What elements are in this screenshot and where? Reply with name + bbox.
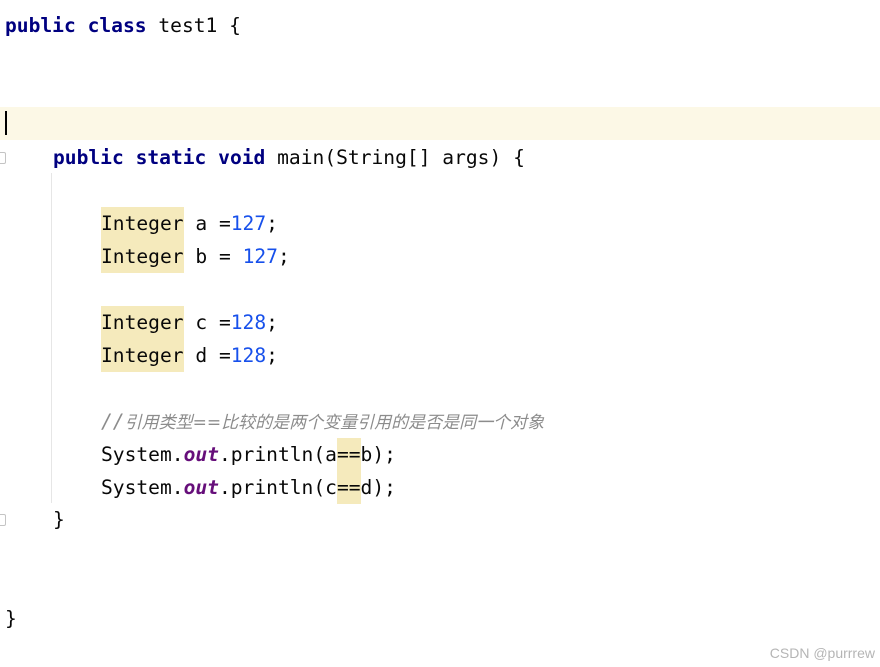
code-line[interactable]: //引用类型==比较的是两个变量引用的是否是同一个对象 [101,405,880,438]
declaration-text: c = [183,311,231,334]
keyword: class [87,14,147,37]
semicolon: ; [266,311,278,334]
system-class: System. [101,476,184,499]
println-call: .println(a [218,443,337,466]
code-line[interactable]: Integer b = 127; [101,240,880,273]
declaration-text: b = [183,245,243,268]
code-editor[interactable]: public class test1 { public static void … [0,0,880,667]
declaration-text: a = [183,212,231,235]
semicolon: ; [277,245,290,268]
comment-slashes: // [101,410,125,433]
static-field-out: out [183,443,219,466]
println-close: d); [360,476,396,499]
code-line[interactable]: public static void main(String[] args) { [53,141,880,174]
code-line[interactable]: Integer d =128; [101,339,880,372]
code-line[interactable]: public class test1 { [5,9,880,42]
operator-usage-highlight: == [336,471,361,504]
code-line[interactable]: Integer c =128; [101,306,880,339]
number-literal: 127 [242,245,278,268]
println-call: .println(c [218,476,337,499]
class-declaration: test1 { [146,14,241,37]
system-class: System. [101,443,184,466]
comment-text: 引用类型==比较的是两个变量引用的是否是同一个对象 [124,413,545,433]
indent-guide [51,173,52,503]
println-close: b); [360,443,396,466]
fold-marker-icon[interactable] [0,514,6,526]
number-literal: 128 [230,344,267,367]
code-line[interactable]: Integer a =127; [101,207,880,240]
number-literal: 127 [230,212,267,235]
code-line[interactable]: System.out.println(c==d); [101,471,880,504]
fold-marker-icon[interactable] [0,152,6,164]
code-line[interactable]: } [5,602,880,635]
keyword: void [218,146,266,169]
type-usage-highlight: Integer [101,207,184,240]
semicolon: ; [266,212,278,235]
text-caret [5,111,7,135]
operator-usage-highlight: == [336,438,361,471]
number-literal: 128 [230,311,267,334]
closing-brace: } [53,508,65,531]
type-usage-highlight: Integer [101,306,184,339]
declaration-text: d = [183,344,231,367]
code-line[interactable]: System.out.println(a==b); [101,438,880,471]
current-line-highlight [0,107,880,140]
method-signature: main(String[] args) { [265,146,525,169]
keyword: public [5,14,76,37]
type-usage-highlight: Integer [101,240,184,273]
watermark: CSDN @purrrew [769,645,875,661]
code-line[interactable]: } [53,503,880,536]
semicolon: ; [266,344,278,367]
static-field-out: out [183,476,219,499]
type-usage-highlight: Integer [101,339,184,372]
keyword: static [135,146,207,169]
keyword: public [53,146,124,169]
closing-brace: } [5,607,17,630]
